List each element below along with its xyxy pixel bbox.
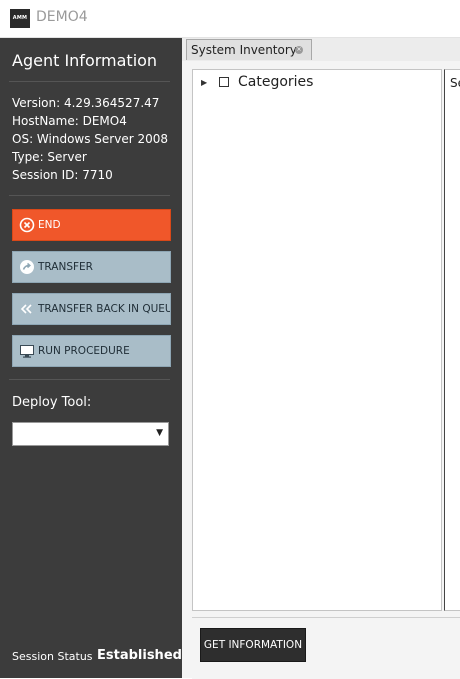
window-title: DEMO4 xyxy=(36,9,88,25)
transfer-arrow-icon xyxy=(19,259,35,275)
end-button-label: END xyxy=(38,219,61,231)
tree-item-categories[interactable]: ▶ Categories xyxy=(201,73,313,91)
info-os: OS: Windows Server 2008 R2 xyxy=(12,132,170,146)
divider xyxy=(9,81,170,82)
tab-bar: System Inventory × xyxy=(182,38,460,62)
transfer-button-label: TRANSFER xyxy=(38,261,93,273)
end-button[interactable]: END xyxy=(12,209,171,241)
divider xyxy=(9,379,170,380)
title-bar: AMM DEMO4 xyxy=(0,0,460,38)
get-information-button[interactable]: GET INFORMATION xyxy=(200,628,306,662)
details-panel: Se xyxy=(444,69,460,611)
expand-arrow-icon[interactable]: ▶ xyxy=(201,78,215,87)
tab-system-inventory[interactable]: System Inventory × xyxy=(186,39,312,60)
deploy-tool-select[interactable]: ▼ xyxy=(12,422,169,446)
divider xyxy=(9,195,170,196)
run-procedure-label: RUN PROCEDURE xyxy=(38,345,130,357)
transfer-back-in-queue-label: TRANSFER BACK IN QUEUE xyxy=(38,303,171,315)
close-circle-icon xyxy=(19,217,35,233)
chevron-down-icon: ▼ xyxy=(156,428,163,438)
deploy-tool-label: Deploy Tool: xyxy=(12,395,92,410)
session-status-label: Session Status xyxy=(12,650,93,663)
tab-label: System Inventory xyxy=(191,43,297,57)
info-type: Type: Server xyxy=(12,150,87,164)
transfer-back-icon xyxy=(19,301,35,317)
close-tab-icon[interactable]: × xyxy=(295,46,303,54)
run-procedure-button[interactable]: RUN PROCEDURE xyxy=(12,335,171,367)
agent-sidebar: Agent Information Version: 4.29.364527.4… xyxy=(0,38,182,678)
session-status-value: Established xyxy=(97,648,182,663)
tree-checkbox[interactable] xyxy=(219,77,229,87)
sidebar-heading: Agent Information xyxy=(12,51,158,70)
app-logo-icon: AMM xyxy=(10,9,30,28)
inventory-content: ▶ Categories Se GET INFORMATION xyxy=(182,61,460,679)
bottom-action-bar: GET INFORMATION xyxy=(192,617,460,679)
monitor-icon xyxy=(19,343,35,359)
transfer-button[interactable]: TRANSFER xyxy=(12,251,171,283)
info-session-id: Session ID: 7710 xyxy=(12,168,113,182)
info-hostname: HostName: DEMO4 xyxy=(12,114,127,128)
details-panel-text: Se xyxy=(450,76,460,90)
category-tree: ▶ Categories xyxy=(192,69,442,611)
info-version: Version: 4.29.364527.47 xyxy=(12,96,160,110)
tree-item-label: Categories xyxy=(238,74,314,90)
transfer-back-in-queue-button[interactable]: TRANSFER BACK IN QUEUE xyxy=(12,293,171,325)
